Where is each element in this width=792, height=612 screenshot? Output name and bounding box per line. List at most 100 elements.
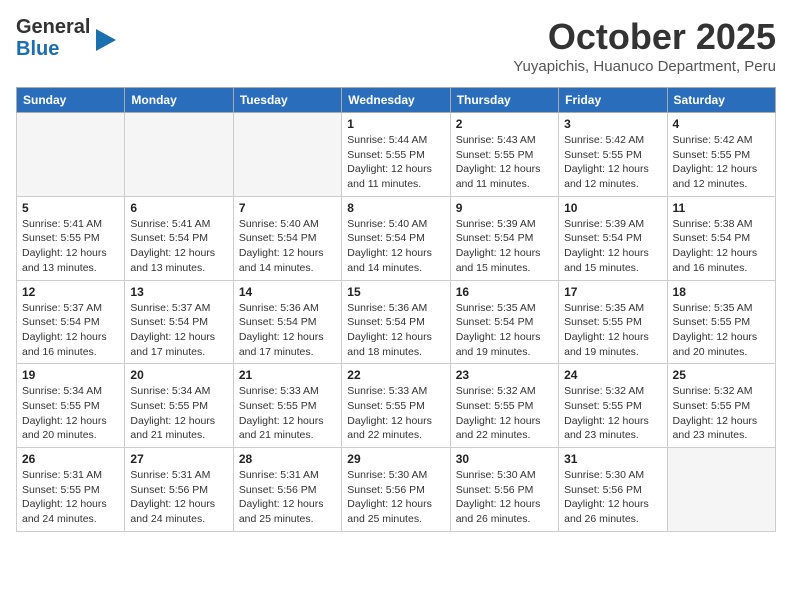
day-cell-12: 12 Sunrise: 5:37 AM Sunset: 5:54 PM Dayli… [17, 280, 125, 364]
day-info: Sunrise: 5:30 AM Sunset: 5:56 PM Dayligh… [456, 468, 553, 527]
column-header-sunday: Sunday [17, 88, 125, 113]
day-number: 6 [130, 201, 227, 215]
day-info: Sunrise: 5:41 AM Sunset: 5:54 PM Dayligh… [130, 217, 227, 276]
day-info: Sunrise: 5:33 AM Sunset: 5:55 PM Dayligh… [239, 384, 336, 443]
logo-general: General [16, 16, 90, 38]
day-info: Sunrise: 5:42 AM Sunset: 5:55 PM Dayligh… [673, 133, 770, 192]
day-number: 24 [564, 368, 661, 382]
day-cell-1: 1Sunrise: 5:44 AM Sunset: 5:55 PM Daylig… [342, 113, 450, 197]
day-number: 29 [347, 452, 444, 466]
day-info: Sunrise: 5:32 AM Sunset: 5:55 PM Dayligh… [673, 384, 770, 443]
day-info: Sunrise: 5:35 AM Sunset: 5:55 PM Dayligh… [673, 301, 770, 360]
day-number: 9 [456, 201, 553, 215]
column-header-saturday: Saturday [667, 88, 775, 113]
logo-blue: Blue [16, 38, 59, 60]
day-info: Sunrise: 5:36 AM Sunset: 5:54 PM Dayligh… [347, 301, 444, 360]
day-number: 18 [673, 285, 770, 299]
month-title: October 2025 [513, 16, 776, 58]
day-info: Sunrise: 5:30 AM Sunset: 5:56 PM Dayligh… [347, 468, 444, 527]
day-info: Sunrise: 5:31 AM Sunset: 5:56 PM Dayligh… [239, 468, 336, 527]
day-number: 8 [347, 201, 444, 215]
day-cell-23: 23Sunrise: 5:32 AM Sunset: 5:55 PM Dayli… [450, 364, 558, 448]
day-info: Sunrise: 5:41 AM Sunset: 5:55 PM Dayligh… [22, 217, 119, 276]
day-cell-7: 7 Sunrise: 5:40 AM Sunset: 5:54 PM Daylig… [233, 196, 341, 280]
day-number: 10 [564, 201, 661, 215]
day-number: 4 [673, 117, 770, 131]
day-cell-25: 25 Sunrise: 5:32 AM Sunset: 5:55 PM Dayli… [667, 364, 775, 448]
column-header-wednesday: Wednesday [342, 88, 450, 113]
day-info: Sunrise: 5:33 AM Sunset: 5:55 PM Dayligh… [347, 384, 444, 443]
day-number: 27 [130, 452, 227, 466]
day-cell-3: 3 Sunrise: 5:42 AM Sunset: 5:55 PM Daylig… [559, 113, 667, 197]
empty-cell [233, 113, 341, 197]
empty-cell [125, 113, 233, 197]
calendar-table: SundayMondayTuesdayWednesdayThursdayFrid… [16, 87, 776, 532]
day-number: 14 [239, 285, 336, 299]
day-cell-29: 29 Sunrise: 5:30 AM Sunset: 5:56 PM Dayli… [342, 448, 450, 532]
day-cell-8: 8 Sunrise: 5:40 AM Sunset: 5:54 PM Daylig… [342, 196, 450, 280]
day-cell-11: 11 Sunrise: 5:38 AM Sunset: 5:54 PM Dayli… [667, 196, 775, 280]
day-number: 26 [22, 452, 119, 466]
day-number: 23 [456, 368, 553, 382]
location-title: Yuyapichis, Huanuco Department, Peru [513, 58, 776, 75]
day-info: Sunrise: 5:31 AM Sunset: 5:55 PM Dayligh… [22, 468, 119, 527]
empty-cell [17, 113, 125, 197]
day-info: Sunrise: 5:34 AM Sunset: 5:55 PM Dayligh… [130, 384, 227, 443]
title-block: October 2025 Yuyapichis, Huanuco Departm… [513, 16, 776, 75]
day-number: 25 [673, 368, 770, 382]
day-number: 3 [564, 117, 661, 131]
day-cell-5: 5Sunrise: 5:41 AM Sunset: 5:55 PM Daylig… [17, 196, 125, 280]
column-header-thursday: Thursday [450, 88, 558, 113]
day-number: 31 [564, 452, 661, 466]
day-info: Sunrise: 5:40 AM Sunset: 5:54 PM Dayligh… [239, 217, 336, 276]
day-info: Sunrise: 5:37 AM Sunset: 5:54 PM Dayligh… [22, 301, 119, 360]
day-cell-13: 13Sunrise: 5:37 AM Sunset: 5:54 PM Dayli… [125, 280, 233, 364]
week-row-5: 26 Sunrise: 5:31 AM Sunset: 5:55 PM Dayli… [17, 448, 776, 532]
day-cell-10: 10Sunrise: 5:39 AM Sunset: 5:54 PM Dayli… [559, 196, 667, 280]
day-cell-19: 19 Sunrise: 5:34 AM Sunset: 5:55 PM Dayli… [17, 364, 125, 448]
day-number: 7 [239, 201, 336, 215]
day-number: 30 [456, 452, 553, 466]
day-info: Sunrise: 5:31 AM Sunset: 5:56 PM Dayligh… [130, 468, 227, 527]
day-cell-24: 24 Sunrise: 5:32 AM Sunset: 5:55 PM Dayli… [559, 364, 667, 448]
day-cell-15: 15Sunrise: 5:36 AM Sunset: 5:54 PM Dayli… [342, 280, 450, 364]
day-cell-26: 26 Sunrise: 5:31 AM Sunset: 5:55 PM Dayli… [17, 448, 125, 532]
day-info: Sunrise: 5:38 AM Sunset: 5:54 PM Dayligh… [673, 217, 770, 276]
day-cell-4: 4 Sunrise: 5:42 AM Sunset: 5:55 PM Daylig… [667, 113, 775, 197]
logo: General Blue [16, 16, 116, 60]
day-number: 21 [239, 368, 336, 382]
day-cell-22: 22 Sunrise: 5:33 AM Sunset: 5:55 PM Dayli… [342, 364, 450, 448]
day-info: Sunrise: 5:35 AM Sunset: 5:54 PM Dayligh… [456, 301, 553, 360]
day-info: Sunrise: 5:32 AM Sunset: 5:55 PM Dayligh… [564, 384, 661, 443]
day-cell-30: 30 Sunrise: 5:30 AM Sunset: 5:56 PM Dayli… [450, 448, 558, 532]
day-cell-28: 28 Sunrise: 5:31 AM Sunset: 5:56 PM Dayli… [233, 448, 341, 532]
day-number: 28 [239, 452, 336, 466]
week-row-3: 12 Sunrise: 5:37 AM Sunset: 5:54 PM Dayli… [17, 280, 776, 364]
day-info: Sunrise: 5:36 AM Sunset: 5:54 PM Dayligh… [239, 301, 336, 360]
column-header-tuesday: Tuesday [233, 88, 341, 113]
day-number: 19 [22, 368, 119, 382]
empty-cell [667, 448, 775, 532]
day-cell-20: 20 Sunrise: 5:34 AM Sunset: 5:55 PM Dayli… [125, 364, 233, 448]
week-row-1: 1Sunrise: 5:44 AM Sunset: 5:55 PM Daylig… [17, 113, 776, 197]
day-cell-27: 27 Sunrise: 5:31 AM Sunset: 5:56 PM Dayli… [125, 448, 233, 532]
day-cell-14: 14 Sunrise: 5:36 AM Sunset: 5:54 PM Dayli… [233, 280, 341, 364]
day-number: 20 [130, 368, 227, 382]
day-info: Sunrise: 5:40 AM Sunset: 5:54 PM Dayligh… [347, 217, 444, 276]
day-info: Sunrise: 5:37 AM Sunset: 5:54 PM Dayligh… [130, 301, 227, 360]
day-info: Sunrise: 5:30 AM Sunset: 5:56 PM Dayligh… [564, 468, 661, 527]
day-info: Sunrise: 5:35 AM Sunset: 5:55 PM Dayligh… [564, 301, 661, 360]
logo-text: General Blue [16, 16, 116, 60]
day-number: 16 [456, 285, 553, 299]
day-cell-31: 31 Sunrise: 5:30 AM Sunset: 5:56 PM Dayli… [559, 448, 667, 532]
day-info: Sunrise: 5:42 AM Sunset: 5:55 PM Dayligh… [564, 133, 661, 192]
day-cell-6: 6 Sunrise: 5:41 AM Sunset: 5:54 PM Daylig… [125, 196, 233, 280]
day-number: 17 [564, 285, 661, 299]
calendar-header-row: SundayMondayTuesdayWednesdayThursdayFrid… [17, 88, 776, 113]
day-number: 22 [347, 368, 444, 382]
day-number: 12 [22, 285, 119, 299]
day-cell-18: 18 Sunrise: 5:35 AM Sunset: 5:55 PM Dayli… [667, 280, 775, 364]
day-info: Sunrise: 5:34 AM Sunset: 5:55 PM Dayligh… [22, 384, 119, 443]
day-cell-9: 9Sunrise: 5:39 AM Sunset: 5:54 PM Daylig… [450, 196, 558, 280]
day-number: 11 [673, 201, 770, 215]
